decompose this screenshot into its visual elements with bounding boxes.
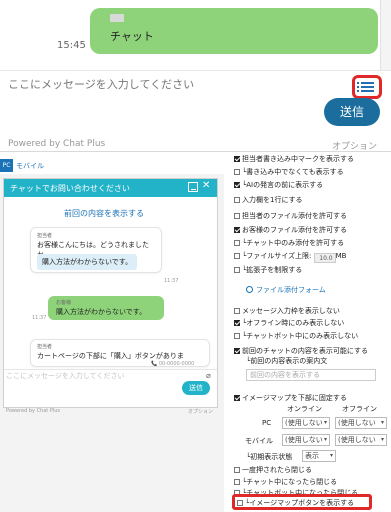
checkbox[interactable] — [234, 213, 240, 219]
checkbox[interactable] — [234, 308, 240, 314]
widget-option[interactable]: オプション — [188, 408, 213, 415]
select-mobile-online[interactable]: (使用しない ▾ — [282, 434, 330, 446]
operator-message: 担当者 お客様こんにちは。どうされましたか。 購入方法がわからないです。 — [30, 227, 162, 273]
file-size-input[interactable]: 10.0 — [313, 253, 336, 263]
checkbox[interactable] — [234, 240, 240, 246]
setting-close-on-chat[interactable]: └チャット中になったら閉じる — [234, 477, 337, 487]
menu-list-button[interactable] — [352, 75, 382, 99]
select-mobile-offline[interactable]: (使用しない ▾ — [335, 434, 387, 446]
checkbox[interactable] — [234, 479, 240, 485]
setting-close-on-press[interactable]: 一度押されたら閉じる — [234, 465, 312, 475]
setting-customer-attach[interactable]: お客様のファイル添付を許可する — [234, 225, 347, 235]
setting-operator-attach[interactable]: 担当者のファイル添付を許可する — [234, 211, 347, 221]
message-text: チャット — [110, 30, 154, 43]
setting-hide-input[interactable]: メッセージ入力枠を表示しない — [234, 306, 340, 316]
widget-powered-by: Powered by Chat Plus — [6, 408, 61, 414]
column-online: オンライン — [287, 405, 322, 413]
setting-show-always[interactable]: └書き込み中でなくても表示する — [234, 167, 344, 177]
option-link[interactable]: オプション — [332, 139, 377, 152]
message-text: 購入方法がわからないです。 — [56, 308, 147, 316]
tab-mobile[interactable]: モバイル — [16, 161, 44, 171]
chevron-down-icon: ▾ — [380, 419, 384, 426]
chevron-down-icon: ▾ — [329, 452, 333, 459]
customer-message: お客様 購入方法がわからないです。 — [48, 296, 164, 320]
checkbox[interactable] — [234, 267, 240, 273]
row-mobile: モバイル — [245, 437, 273, 445]
setting-restrict-extension[interactable]: └拡張子を制限する — [234, 265, 302, 275]
send-button[interactable]: 送信 — [324, 98, 380, 126]
prev-content-guide-label: └前回の内容表示の案内文 — [246, 357, 328, 365]
sender-label: 担当者 — [37, 344, 53, 350]
checkbox-checked[interactable] — [234, 395, 240, 401]
close-icon[interactable]: ✕ — [202, 180, 210, 191]
user-message-bubble: チャット — [90, 8, 378, 54]
setting-attach-during-chat[interactable]: └チャット中のみ添付を許可する — [234, 238, 344, 248]
message-input[interactable] — [8, 78, 338, 91]
message-time: 11:37 — [164, 278, 179, 284]
chat-widget-preview: チャットでお問い合わせください ✕ 前回の内容を表示する 担当者 お客様こんにち… — [3, 178, 218, 415]
setting-hide-chatbot[interactable]: └チャットボット中にのみ表示しない — [234, 331, 358, 341]
widget-send-button[interactable]: 送信 — [182, 381, 210, 395]
checkbox-checked[interactable] — [234, 182, 240, 188]
setting-hide-offline[interactable]: └オフライン時にのみ表示しない — [234, 318, 344, 328]
widget-title: チャットでお問い合わせください — [10, 184, 130, 193]
file-form-option[interactable]: ファイル添付フォーム — [246, 285, 326, 295]
tab-pc[interactable]: PC — [0, 159, 13, 172]
highlight-box — [232, 494, 372, 510]
checkbox-checked[interactable] — [234, 156, 240, 162]
chevron-down-icon: ▾ — [380, 436, 384, 443]
row-pc: PC — [262, 419, 272, 427]
setting-file-size-limit[interactable]: └ファイルサイズ上限: 10.0 MB — [234, 251, 346, 263]
sender-label: お客様 — [56, 300, 72, 306]
checkbox[interactable] — [234, 253, 240, 259]
divider — [0, 70, 391, 71]
initial-state-label: └初期表示状態 — [246, 453, 293, 461]
message-time: 11:37 — [32, 315, 47, 321]
phone-number: 📞 00-0000-0000 — [151, 361, 195, 367]
widget-message-input[interactable]: ここにメッセージを入力してください — [6, 371, 124, 381]
chevron-down-icon: ▾ — [323, 419, 327, 426]
minimize-icon[interactable] — [188, 182, 198, 192]
setting-show-prev-chat[interactable]: 前回のチャットの内容を表示可能にする — [234, 346, 368, 356]
checkbox[interactable] — [234, 169, 240, 175]
prev-content-link[interactable]: 前回の内容を表示する — [64, 208, 144, 219]
powered-by: Powered by Chat Plus — [8, 139, 106, 149]
radio-button[interactable] — [246, 286, 253, 293]
select-initial-state[interactable]: 表示 ▾ — [302, 450, 336, 462]
checkbox[interactable] — [234, 197, 240, 203]
column-offline: オフライン — [342, 405, 377, 413]
chevron-down-icon: ▾ — [323, 436, 327, 443]
quick-reply-chip[interactable]: 購入方法がわからないです。 — [37, 254, 138, 270]
sender-name-redacted — [110, 14, 124, 22]
setting-image-map-bottom[interactable]: イメージマップを下部に固定する — [234, 393, 347, 403]
sender-label: 担当者 — [37, 233, 53, 239]
checkbox-checked[interactable] — [234, 320, 240, 326]
list-icon — [357, 82, 374, 84]
checkbox-checked[interactable] — [234, 348, 240, 354]
checkbox[interactable] — [234, 333, 240, 339]
message-text: カートページの下部に「購入」ボタンがありま — [37, 352, 184, 360]
select-pc-offline[interactable]: (使用しない ▾ — [335, 417, 387, 429]
scrollbar[interactable] — [380, 0, 391, 70]
paperclip-icon[interactable]: ⌀ — [206, 371, 211, 380]
setting-typing-indicator[interactable]: 担当者書き込み中マークを表示する — [234, 154, 354, 164]
checkbox[interactable] — [234, 467, 240, 473]
checkbox-checked[interactable] — [234, 227, 240, 233]
widget-header: チャットでお問い合わせください ✕ — [4, 179, 217, 197]
prev-content-text-input[interactable]: 前回の内容を表示する — [246, 369, 376, 381]
widget-input-divider — [4, 369, 217, 370]
chat-window: チャット 15:45 送信 Powered by Chat Plus オプション — [0, 0, 391, 152]
setting-before-ai[interactable]: └AIの発言の前に表示する — [234, 180, 323, 190]
select-pc-online[interactable]: (使用しない ▾ — [282, 417, 330, 429]
message-timestamp: 15:45 — [57, 40, 86, 51]
setting-single-line-input[interactable]: 入力欄を1行にする — [234, 195, 303, 205]
